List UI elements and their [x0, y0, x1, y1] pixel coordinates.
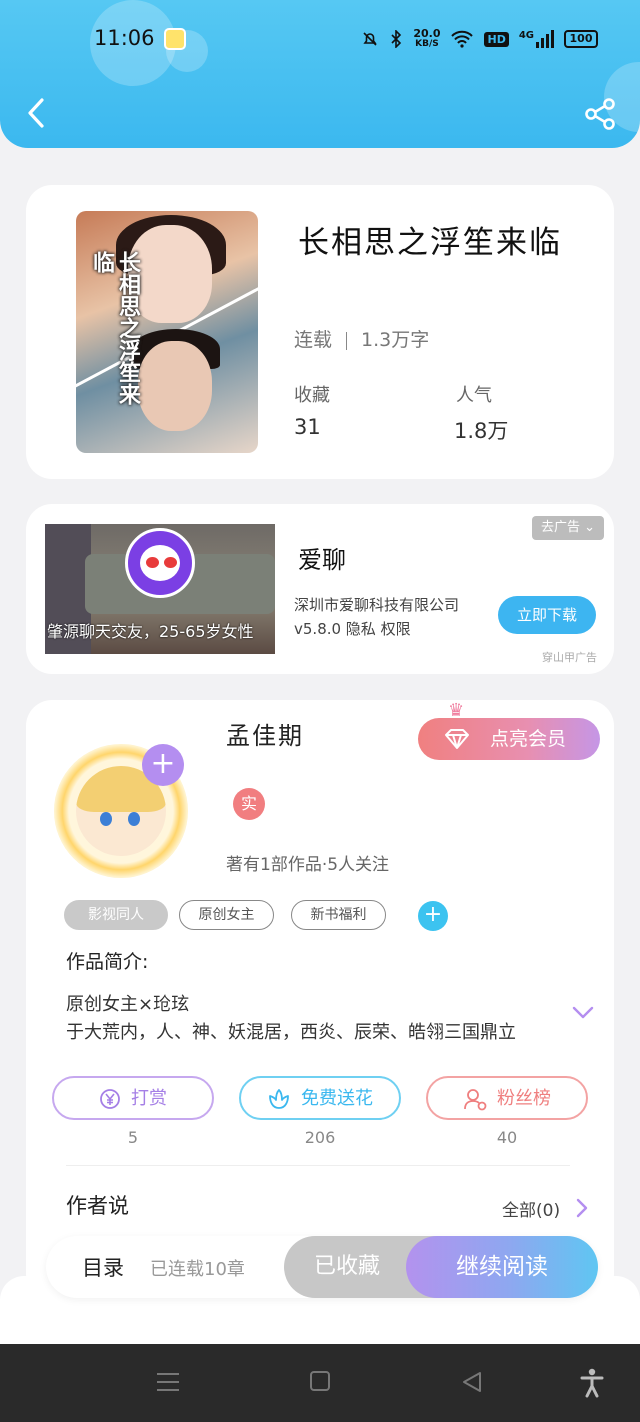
home-square-icon[interactable] [309, 1370, 331, 1392]
heart-eye-icon [164, 557, 177, 568]
favorites-label: 收藏 [294, 385, 330, 406]
status-icons: 20.0 KB/S HD 4G 100 [361, 28, 598, 50]
net-speed: 20.0 KB/S [413, 28, 440, 50]
wifi-icon [451, 30, 474, 48]
status-time: 11:06 [94, 26, 155, 50]
fans-ranking-label: 粉丝榜 [497, 1088, 551, 1109]
cover-figure [128, 225, 212, 323]
toc-label: 目录 [82, 1256, 124, 1280]
fans-count: 40 [496, 1128, 518, 1147]
accessibility-icon[interactable] [580, 1368, 604, 1398]
fans-ranking-button[interactable]: 粉丝榜 [426, 1076, 588, 1120]
author-name: 孟佳期 [226, 722, 304, 750]
word-count: 1.3万字 [361, 329, 430, 351]
cover-title-text: 长相思之浮笙来临 [89, 251, 140, 405]
author-card: + 孟佳期 ♛ 点亮会员 实 著有1部作品·5人关注 影视同人 原创女主 新书福… [26, 700, 614, 1300]
signal-bar [536, 42, 539, 48]
vip-label: 点亮会员 [490, 728, 567, 750]
tag-chip[interactable]: 影视同人 [64, 900, 168, 930]
signal-bar [551, 30, 554, 48]
reward-button[interactable]: 打赏 [52, 1076, 214, 1120]
popularity-value: 1.8万 [454, 419, 509, 443]
heart-eye-icon [146, 557, 159, 568]
ad-company: 深圳市爱聊科技有限公司 [294, 596, 460, 614]
ad-version-info[interactable]: v5.8.0 隐私 权限 [294, 618, 411, 639]
diamond-icon [445, 729, 469, 749]
remove-ad-label: 去广告 [540, 520, 580, 535]
bluetooth-icon [391, 30, 402, 48]
continue-reading-button[interactable]: 继续阅读 [406, 1236, 598, 1298]
ad-image[interactable]: 肇源聊天交友，25-65岁女性 [45, 524, 275, 654]
ad-card[interactable]: 肇源聊天交友，25-65岁女性 去广告 ⌄ 爱聊 深圳市爱聊科技有限公司 v5.… [26, 504, 614, 674]
cat-logo-icon [125, 528, 195, 598]
net-speed-value: 20.0 [413, 27, 441, 40]
favorites-value: 31 [294, 415, 321, 439]
ad-image-caption: 肇源聊天交友，25-65岁女性 [47, 622, 254, 641]
mute-bell-icon [363, 32, 377, 46]
reward-label: 打赏 [131, 1088, 167, 1109]
bottom-action-bar: 目录 已连载10章 已收藏 继续阅读 [46, 1236, 598, 1298]
app-notification-icon [164, 28, 186, 50]
book-title: 长相思之浮笙来临 [298, 225, 562, 261]
author-stats: 著有1部作品·5人关注 [226, 855, 390, 875]
vip-button[interactable]: 点亮会员 [418, 718, 600, 760]
signal-bar [541, 38, 544, 48]
intro-text: 于大荒内，人、神、妖混居，西炎、辰荣、皓翎三国鼎立 [66, 1022, 516, 1043]
intro-text: 原创女主×玱玹 [66, 994, 190, 1015]
divider [346, 331, 348, 350]
flower-icon [269, 1089, 289, 1109]
verified-badge: 实 [233, 788, 265, 820]
chevron-down-icon[interactable] [572, 1006, 594, 1020]
net-speed-unit: KB/S [415, 39, 439, 49]
share-icon[interactable] [582, 96, 618, 132]
signal-label: 4G [518, 30, 534, 41]
book-status-line: 连载 1.3万字 [294, 325, 429, 352]
intro-label: 作品简介: [66, 951, 149, 973]
ad-source-label: 穿山甲广告 [542, 651, 597, 664]
yen-coin-icon [100, 1089, 120, 1109]
top-header: 11:06 20.0 KB/S HD 4G 100 [0, 0, 640, 148]
signal-bar [546, 34, 549, 48]
chapter-status: 已连载10章 [150, 1259, 245, 1280]
download-button[interactable]: 立即下载 [498, 596, 596, 634]
cover-figure [138, 341, 212, 431]
back-arrow-icon[interactable] [22, 96, 52, 130]
avatar-eye [128, 812, 140, 826]
serial-status: 连载 [294, 329, 333, 351]
author-says-title: 作者说 [66, 1194, 129, 1218]
add-tag-button[interactable]: + [418, 901, 448, 931]
book-info-card: 长相思之浮笙来临 长相思之浮笙来临 连载 1.3万字 收藏 31 人气 1.8万 [26, 185, 614, 479]
chevron-right-icon[interactable] [576, 1198, 588, 1218]
hd-badge: HD [484, 31, 509, 47]
cell-signal: 4G [519, 30, 554, 48]
flower-count: 206 [304, 1128, 336, 1147]
follow-plus-icon[interactable]: + [142, 744, 184, 786]
view-all-link[interactable]: 全部(0) [502, 1196, 560, 1221]
remove-ad-button[interactable]: 去广告 ⌄ [532, 516, 604, 540]
popularity-label: 人气 [456, 385, 492, 406]
send-flower-label: 免费送花 [301, 1088, 373, 1109]
menu-icon[interactable] [156, 1370, 180, 1394]
chevron-down-icon: ⌄ [584, 520, 596, 535]
status-bar: 11:06 20.0 KB/S HD 4G 100 [0, 22, 640, 58]
book-cover[interactable]: 长相思之浮笙来临 [76, 211, 258, 453]
ad-app-name: 爱聊 [298, 546, 346, 574]
battery-indicator: 100 [564, 30, 598, 48]
divider [66, 1165, 570, 1166]
table-of-contents-button[interactable]: 目录 已连载10章 [46, 1236, 284, 1298]
tag-chip[interactable]: 新书福利 [291, 900, 386, 930]
system-nav-bar [0, 1344, 640, 1422]
send-flower-button[interactable]: 免费送花 [239, 1076, 401, 1120]
back-triangle-icon[interactable] [460, 1370, 484, 1394]
tag-chip[interactable]: 原创女主 [179, 900, 274, 930]
reward-count: 5 [127, 1128, 139, 1147]
fans-icon [464, 1089, 487, 1111]
avatar-eye [100, 812, 112, 826]
